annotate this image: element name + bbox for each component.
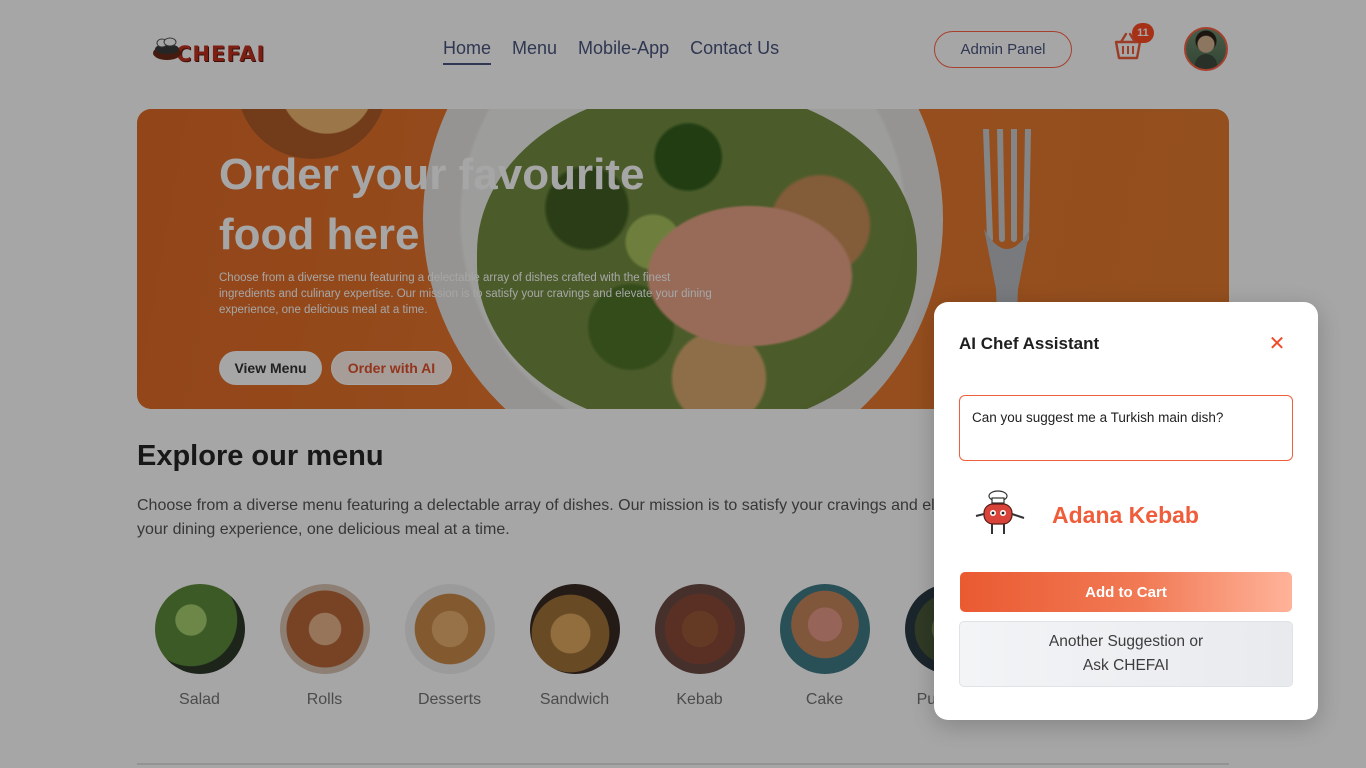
close-icon[interactable]: ✕ [1268, 334, 1286, 354]
chef-robot-icon [975, 490, 1025, 534]
another-suggestion-button[interactable]: Another Suggestion or Ask CHEFAI [959, 621, 1293, 687]
chef-question-input[interactable]: Can you suggest me a Turkish main dish? [959, 395, 1293, 461]
add-to-cart-button[interactable]: Add to Cart [960, 572, 1292, 612]
ai-chef-assistant-modal: AI Chef Assistant ✕ Can you suggest me a… [934, 302, 1318, 720]
dish-suggestion: Adana Kebab [1052, 502, 1199, 528]
modal-title: AI Chef Assistant [959, 334, 1100, 353]
